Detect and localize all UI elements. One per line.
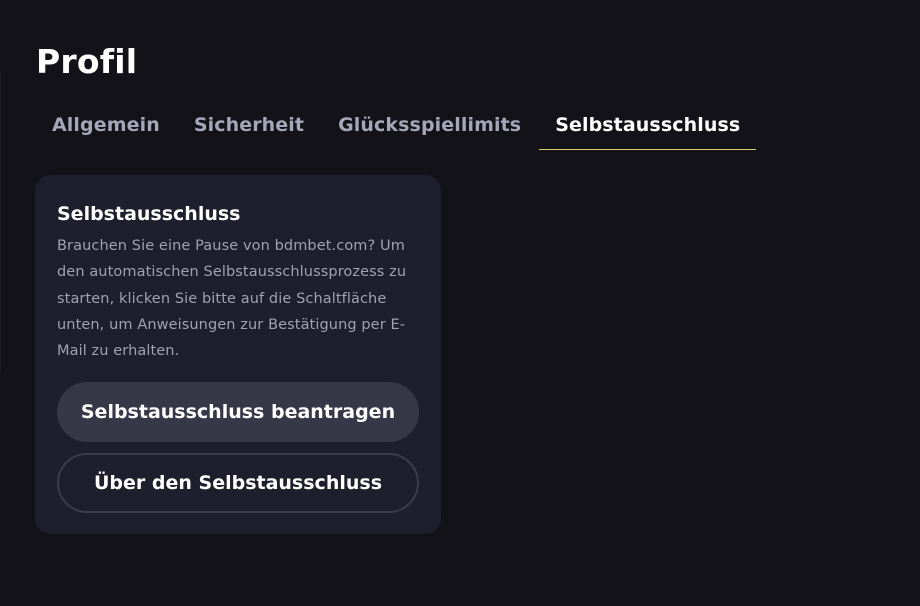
page-title: Profil [36, 42, 138, 81]
card-title: Selbstausschluss [57, 203, 241, 225]
tab-selbstausschluss[interactable]: Selbstausschluss [539, 100, 757, 150]
self-exclusion-card: Selbstausschluss Brauchen Sie eine Pause… [35, 175, 441, 534]
left-edge-divider [0, 72, 1, 372]
profile-tabs: Allgemein Sicherheit Glücksspiellimits S… [36, 100, 757, 154]
request-self-exclusion-button[interactable]: Selbstausschluss beantragen [57, 382, 419, 442]
card-description: Brauchen Sie eine Pause von bdmbet.com? … [57, 238, 407, 360]
tab-gluecksspiellimits[interactable]: Glücksspiellimits [322, 100, 537, 150]
tab-sicherheit[interactable]: Sicherheit [178, 100, 320, 150]
about-self-exclusion-button[interactable]: Über den Selbstausschluss [57, 453, 419, 513]
tab-allgemein[interactable]: Allgemein [36, 100, 176, 150]
